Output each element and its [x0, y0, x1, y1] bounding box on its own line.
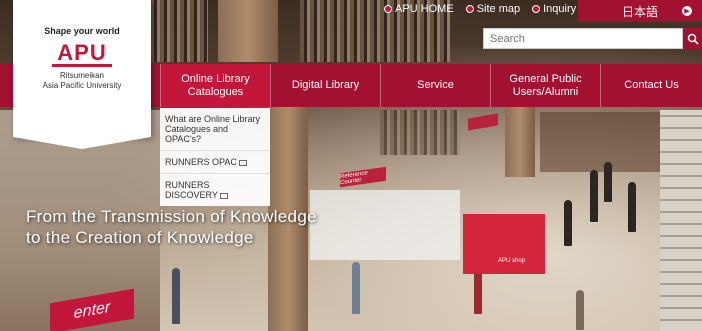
nav-digital-library[interactable]: Digital Library	[270, 64, 380, 107]
dropdown-item-label: RUNNERS DISCOVERY	[165, 180, 218, 200]
enter-banner-text: enter	[73, 298, 111, 323]
logo-university-line2: Asia Pacific University	[42, 81, 122, 90]
nav-service[interactable]: Service	[380, 64, 490, 107]
logo-apu: APU	[57, 40, 107, 65]
search-button[interactable]	[683, 28, 702, 49]
nav-general-public[interactable]: General Public Users/Alumni	[490, 64, 600, 107]
dropdown-item-label: RUNNERS OPAC	[165, 157, 237, 167]
nav-contact-us[interactable]: Contact Us	[600, 64, 702, 107]
nav-label-line2: Users/Alumni	[512, 85, 579, 98]
hero-headline: From the Transmission of Knowledge to th…	[26, 206, 317, 248]
dropdown-item-what-are-opacs[interactable]: What are Online Library Catalogues and O…	[160, 108, 270, 151]
logo-tagline: Shape your world	[44, 26, 120, 36]
nav-label-line1: General Public	[509, 72, 582, 85]
headline-line2: to the Creation of Knowledge	[26, 228, 254, 247]
search-input[interactable]	[483, 28, 683, 49]
logo-university-line1: Ritsumeikan	[59, 71, 104, 80]
language-toggle-button[interactable]: 日本語 ▶	[578, 0, 702, 22]
search-bar	[483, 28, 702, 49]
nav-online-library-catalogues[interactable]: Online Library Catalogues	[160, 64, 270, 107]
dropdown-item-label: What are Online Library Catalogues and O…	[165, 114, 261, 144]
nav-label-line1: Online Library	[181, 72, 250, 85]
external-link-icon	[219, 192, 228, 199]
top-link-apu-home[interactable]: APU HOME	[384, 3, 454, 15]
apu-shop-label: APU shop	[498, 258, 526, 264]
top-link-label: Inquiry	[543, 3, 577, 15]
top-link-label: Site map	[476, 3, 521, 15]
headline-line1: From the Transmission of Knowledge	[26, 207, 317, 226]
bullet-icon	[465, 5, 474, 13]
search-icon	[687, 33, 699, 45]
top-links: APU HOME Site map Inquiry	[384, 3, 576, 15]
bullet-icon	[532, 5, 541, 13]
top-link-site-map[interactable]: Site map	[465, 3, 521, 15]
nav-label: Digital Library	[291, 79, 360, 91]
nav-label-line2: Catalogues	[187, 85, 244, 98]
catalogues-dropdown: What are Online Library Catalogues and O…	[160, 108, 270, 206]
chevron-right-icon: ▶	[682, 6, 692, 16]
nav-label: Contact Us	[624, 79, 679, 91]
top-link-inquiry[interactable]: Inquiry	[532, 3, 576, 15]
external-link-icon	[238, 159, 247, 166]
logo-card[interactable]: Shape your world APU Ritsumeikan Asia Pa…	[13, 0, 151, 149]
nav-label: Service	[417, 79, 454, 91]
dropdown-item-runners-discovery[interactable]: RUNNERS DISCOVERY	[160, 174, 242, 206]
language-label: 日本語	[622, 4, 659, 19]
apu-shop-booth	[463, 214, 545, 274]
bullet-icon	[384, 5, 392, 13]
dropdown-item-runners-opac[interactable]: RUNNERS OPAC	[160, 151, 270, 174]
top-link-label: APU HOME	[395, 3, 454, 15]
